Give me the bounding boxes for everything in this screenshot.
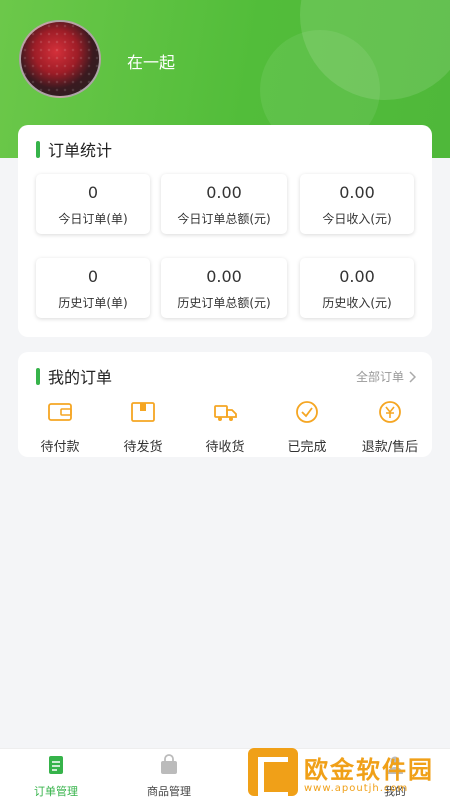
watermark-title: 欧金软件园 xyxy=(304,756,434,784)
order-status-pending-receipt[interactable]: 待收货 xyxy=(185,400,265,455)
order-status-refund[interactable]: 退款/售后 xyxy=(350,400,430,455)
view-all-orders-link[interactable]: 全部订单 xyxy=(356,368,416,385)
stat-label: 历史订单总额(元) xyxy=(177,296,271,310)
stat-label: 历史订单(单) xyxy=(58,296,128,310)
order-status-pending-payment[interactable]: 待付款 xyxy=(20,400,100,455)
stat-history-order-total[interactable]: 0.00 历史订单总额(元) xyxy=(161,258,287,318)
order-status-label: 待发货 xyxy=(123,440,163,455)
tab-label: 商品管理 xyxy=(147,785,191,798)
stat-value: 0.00 xyxy=(339,267,375,286)
wallet-icon xyxy=(48,403,72,421)
chevron-right-icon xyxy=(409,370,416,383)
my-orders-card: 我的订单 全部订单 待付款 待发货 待收货 已完成 退款/售后 xyxy=(18,352,432,457)
tab-label: 订单管理 xyxy=(34,785,78,798)
truck-icon xyxy=(214,405,237,421)
stat-today-orders[interactable]: 0 今日订单(单) xyxy=(36,174,150,234)
title-accent-bar xyxy=(36,140,40,158)
stat-today-order-total[interactable]: 0.00 今日订单总额(元) xyxy=(161,174,287,234)
stat-label: 历史收入(元) xyxy=(322,296,392,310)
stat-value: 0 xyxy=(87,267,99,286)
package-icon xyxy=(131,402,155,422)
stat-value: 0.00 xyxy=(206,267,242,286)
watermark: 欧金软件园 www.apoutjh.com xyxy=(248,744,448,800)
order-status-pending-shipment[interactable]: 待发货 xyxy=(103,400,183,455)
section-title: 订单统计 xyxy=(36,137,112,161)
stat-history-income[interactable]: 0.00 历史收入(元) xyxy=(300,258,414,318)
stat-value: 0.00 xyxy=(339,183,375,202)
stat-label: 今日收入(元) xyxy=(322,212,392,226)
check-circle-icon xyxy=(296,401,318,423)
stat-history-orders[interactable]: 0 历史订单(单) xyxy=(36,258,150,318)
stat-label: 今日订单总额(元) xyxy=(177,212,271,226)
clipboard-icon xyxy=(49,756,63,774)
view-all-label: 全部订单 xyxy=(355,370,404,384)
section-title-text: 订单统计 xyxy=(48,141,113,160)
profile-name: 在一起 xyxy=(127,53,176,72)
section-title-text: 我的订单 xyxy=(48,368,113,387)
title-accent-bar xyxy=(36,367,40,385)
section-title: 我的订单 xyxy=(36,364,112,388)
stat-label: 今日订单(单) xyxy=(58,212,128,226)
watermark-logo xyxy=(248,748,298,798)
avatar[interactable] xyxy=(19,20,101,98)
order-status-label: 待收货 xyxy=(205,440,245,455)
stat-value: 0.00 xyxy=(206,183,242,202)
order-status-label: 待付款 xyxy=(40,440,80,455)
order-status-completed[interactable]: 已完成 xyxy=(267,400,347,455)
stat-today-income[interactable]: 0.00 今日收入(元) xyxy=(300,174,414,234)
order-status-label: 退款/售后 xyxy=(361,440,419,455)
stat-value: 0 xyxy=(87,183,99,202)
order-stats-card: 订单统计 0 今日订单(单) 0.00 今日订单总额(元) 0.00 今日收入(… xyxy=(18,125,432,337)
bag-icon xyxy=(161,754,177,774)
refund-icon xyxy=(379,401,401,423)
order-status-label: 已完成 xyxy=(287,440,327,455)
tab-order-management[interactable]: 订单管理 xyxy=(11,754,101,799)
tab-product-management[interactable]: 商品管理 xyxy=(124,754,214,799)
